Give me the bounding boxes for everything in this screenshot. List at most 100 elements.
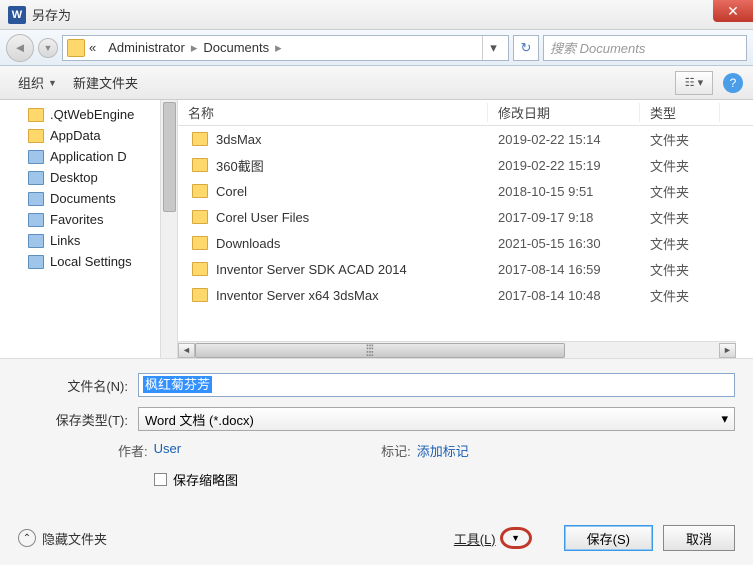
save-button[interactable]: 保存(S): [564, 525, 653, 551]
column-header-type[interactable]: 类型: [640, 103, 720, 122]
search-placeholder: 搜索 Documents: [550, 38, 645, 57]
tree-item-label: Desktop: [50, 170, 98, 185]
scroll-right-button[interactable]: ►: [719, 343, 736, 358]
close-icon: ✕: [727, 3, 739, 20]
refresh-button[interactable]: ↻: [513, 35, 539, 61]
file-row[interactable]: 3dsMax2019-02-22 15:14文件夹: [178, 126, 753, 152]
thumbnail-label: 保存缩略图: [173, 470, 238, 489]
folder-icon: [28, 213, 44, 227]
sidebar-scrollbar[interactable]: [160, 100, 177, 358]
form-area: 文件名(N): 枫红菊芬芳 保存类型(T): Word 文档 (*.docx)▾…: [0, 358, 753, 517]
file-name: Corel User Files: [216, 210, 309, 225]
tree-item-label: Favorites: [50, 212, 103, 227]
refresh-icon: ↻: [521, 40, 532, 56]
folder-icon: [28, 129, 44, 143]
breadcrumb-sep-icon[interactable]: ▸: [191, 40, 198, 56]
scroll-left-button[interactable]: ◄: [178, 343, 195, 358]
chevron-down-icon: ▾: [490, 40, 497, 56]
file-name: 360截图: [216, 156, 264, 175]
folder-icon: [67, 39, 85, 57]
breadcrumb-dropdown[interactable]: ▾: [482, 36, 504, 60]
file-row[interactable]: Downloads2021-05-15 16:30文件夹: [178, 230, 753, 256]
cancel-button[interactable]: 取消: [663, 525, 735, 551]
tools-dropdown-highlighted[interactable]: ▼: [500, 527, 532, 549]
tree-item[interactable]: .QtWebEngine: [0, 104, 177, 125]
tree-item[interactable]: Desktop: [0, 167, 177, 188]
chevron-down-icon: ▼: [44, 43, 53, 53]
folder-icon: [192, 132, 208, 146]
folder-icon: [192, 184, 208, 198]
folder-icon: [192, 262, 208, 276]
chevron-down-icon: ▼: [48, 78, 57, 88]
titlebar: W 另存为 ✕: [0, 0, 753, 30]
tree-item[interactable]: Local Settings: [0, 251, 177, 272]
nav-bar: ◄ ▼ « Administrator ▸ Documents ▸ ▾ ↻ 搜索…: [0, 30, 753, 66]
tag-label: 标记:: [381, 441, 411, 460]
file-date: 2017-08-14 16:59: [488, 262, 640, 277]
scrollbar-thumb[interactable]: [163, 102, 176, 212]
window-title: 另存为: [32, 5, 71, 24]
file-date: 2017-09-17 9:18: [488, 210, 640, 225]
folder-icon: [28, 171, 44, 185]
help-icon: ?: [730, 76, 737, 90]
back-icon: ◄: [14, 40, 27, 55]
tag-value[interactable]: 添加标记: [417, 441, 469, 460]
help-button[interactable]: ?: [723, 73, 743, 93]
breadcrumb-sep-icon[interactable]: ▸: [275, 40, 282, 56]
file-type: 文件夹: [640, 234, 720, 253]
file-row[interactable]: Corel User Files 2017-09-17 9:18文件夹: [178, 204, 753, 230]
scrollbar-thumb[interactable]: [195, 343, 565, 358]
tree-item[interactable]: Links: [0, 230, 177, 251]
file-type: 文件夹: [640, 156, 720, 175]
tools-menu[interactable]: 工具(L): [454, 529, 496, 548]
file-row[interactable]: Corel2018-10-15 9:51文件夹: [178, 178, 753, 204]
word-app-icon: W: [8, 6, 26, 24]
folder-icon: [192, 288, 208, 302]
horizontal-scrollbar[interactable]: ◄ ►: [178, 341, 736, 358]
folder-icon: [28, 234, 44, 248]
tree-item[interactable]: Favorites: [0, 209, 177, 230]
column-header-date[interactable]: 修改日期: [488, 103, 640, 122]
close-button[interactable]: ✕: [713, 0, 753, 22]
bottom-bar: ⌃ 隐藏文件夹 工具(L) ▼ 保存(S) 取消: [0, 517, 753, 565]
new-folder-button[interactable]: 新建文件夹: [65, 69, 146, 96]
tree-item[interactable]: AppData: [0, 125, 177, 146]
tree-item-label: .QtWebEngine: [50, 107, 134, 122]
folder-icon: [28, 192, 44, 206]
filetype-select[interactable]: Word 文档 (*.docx)▾: [138, 407, 735, 431]
history-dropdown[interactable]: ▼: [38, 38, 58, 58]
tree-item-label: Application D: [50, 149, 127, 164]
tree-item-label: Links: [50, 233, 80, 248]
tree-item[interactable]: Documents: [0, 188, 177, 209]
collapse-icon: ⌃: [18, 529, 36, 547]
filename-input[interactable]: 枫红菊芬芳: [138, 373, 735, 397]
file-row[interactable]: Inventor Server x64 3dsMax2017-08-14 10:…: [178, 282, 753, 308]
breadcrumb-seg[interactable]: Administrator: [108, 40, 185, 55]
back-button[interactable]: ◄: [6, 34, 34, 62]
folder-tree: .QtWebEngine AppData Application D Desktop D…: [0, 100, 178, 358]
hide-folders-button[interactable]: ⌃ 隐藏文件夹: [18, 529, 107, 548]
file-list: 名称 修改日期 类型 3dsMax2019-02-22 15:14文件夹360截…: [178, 100, 753, 358]
column-header-name[interactable]: 名称: [178, 103, 488, 122]
file-type: 文件夹: [640, 130, 720, 149]
thumbnail-checkbox[interactable]: [154, 473, 167, 486]
tree-item-label: AppData: [50, 128, 101, 143]
breadcrumb-seg[interactable]: Documents: [203, 40, 269, 55]
breadcrumb-chevrons: «: [89, 40, 96, 55]
folder-icon: [192, 158, 208, 172]
breadcrumb[interactable]: « Administrator ▸ Documents ▸ ▾: [62, 35, 509, 61]
file-row[interactable]: 360截图2019-02-22 15:19文件夹: [178, 152, 753, 178]
view-mode-button[interactable]: ☷ ▾: [675, 71, 713, 95]
folder-icon: [28, 255, 44, 269]
file-row[interactable]: Inventor Server SDK ACAD 2014 2017-08-14 …: [178, 256, 753, 282]
author-value[interactable]: User: [154, 441, 181, 460]
folder-icon: [192, 236, 208, 250]
file-type: 文件夹: [640, 208, 720, 227]
tree-item-label: Local Settings: [50, 254, 132, 269]
file-name: Inventor Server SDK ACAD 2014: [216, 262, 407, 277]
organize-menu[interactable]: 组织▼: [10, 69, 65, 96]
column-header-row: 名称 修改日期 类型: [178, 100, 753, 126]
content-area: .QtWebEngine AppData Application D Desktop D…: [0, 100, 753, 358]
tree-item[interactable]: Application D: [0, 146, 177, 167]
search-input[interactable]: 搜索 Documents: [543, 35, 747, 61]
